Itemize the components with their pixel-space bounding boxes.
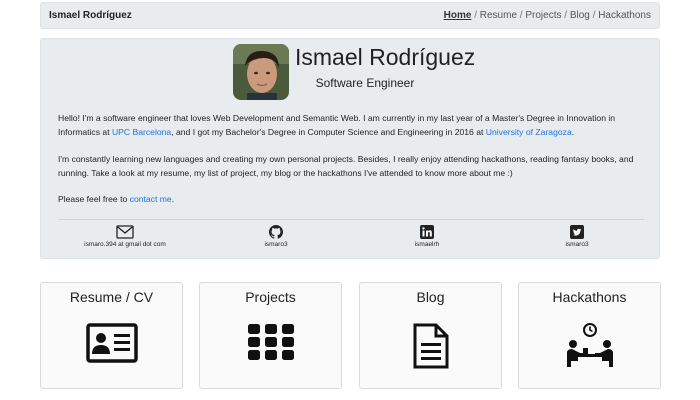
card-blog[interactable]: Blog [359, 282, 502, 389]
brand-name[interactable]: Ismael Rodríguez [49, 10, 132, 21]
breadcrumb-home-link[interactable]: Home [444, 10, 472, 21]
upc-barcelona-link[interactable]: UPC Barcelona [112, 127, 171, 137]
divider [58, 219, 644, 220]
grid-icon [247, 324, 294, 360]
contact-email-label: ismaro.394 at gmail dot com [84, 241, 166, 248]
profile-name: Ismael Rodríguez [295, 44, 476, 70]
bio-paragraph-2: I'm constantly learning new languages an… [58, 154, 634, 178]
card-projects-title: Projects [245, 289, 296, 305]
breadcrumb-projects-link[interactable]: Projects [525, 10, 561, 21]
card-projects[interactable]: Projects [199, 282, 342, 389]
card-resume-title: Resume / CV [69, 289, 154, 305]
university-zaragoza-link[interactable]: University of Zaragoza [486, 127, 572, 137]
profile-panel: Ismael Rodríguez Software Engineer Hello… [40, 38, 660, 259]
bio-paragraph-1: Hello! I'm a software engineer that love… [58, 113, 616, 137]
people-meeting-icon [566, 323, 613, 367]
contact-github[interactable]: ismaro3 [216, 225, 336, 248]
breadcrumb-resume-link[interactable]: Resume [480, 10, 517, 21]
contact-twitter[interactable]: ismaro3 [517, 225, 637, 248]
breadcrumb-blog-link[interactable]: Blog [570, 10, 590, 21]
id-card-icon [85, 323, 138, 363]
top-navbar: Ismael Rodríguez Home / Resume / Project… [40, 2, 660, 29]
document-icon [413, 323, 448, 369]
profile-role: Software Engineer [315, 76, 415, 90]
linkedin-icon [420, 225, 434, 239]
contact-twitter-label: ismaro3 [565, 241, 589, 248]
github-icon [269, 225, 283, 239]
contact-me-link[interactable]: contact me [130, 194, 172, 204]
envelope-icon [116, 225, 134, 239]
bio-paragraph-3: Please feel free to contact me. [58, 194, 175, 204]
card-hackathons-title: Hackathons [552, 289, 627, 305]
breadcrumb: Home / Resume / Projects / Blog / Hackat… [443, 10, 651, 21]
card-hackathons[interactable]: Hackathons [518, 282, 661, 389]
contact-linkedin[interactable]: ismaelrh [367, 225, 487, 248]
card-resume[interactable]: Resume / CV [40, 282, 183, 389]
contact-email[interactable]: ismaro.394 at gmail dot com [65, 225, 185, 248]
avatar [233, 44, 289, 100]
contact-linkedin-label: ismaelrh [414, 241, 440, 248]
twitter-icon [570, 225, 584, 239]
contact-github-label: ismaro3 [264, 241, 288, 248]
card-blog-title: Blog [416, 289, 445, 305]
breadcrumb-hackathons-link[interactable]: Hackathons [598, 10, 651, 21]
